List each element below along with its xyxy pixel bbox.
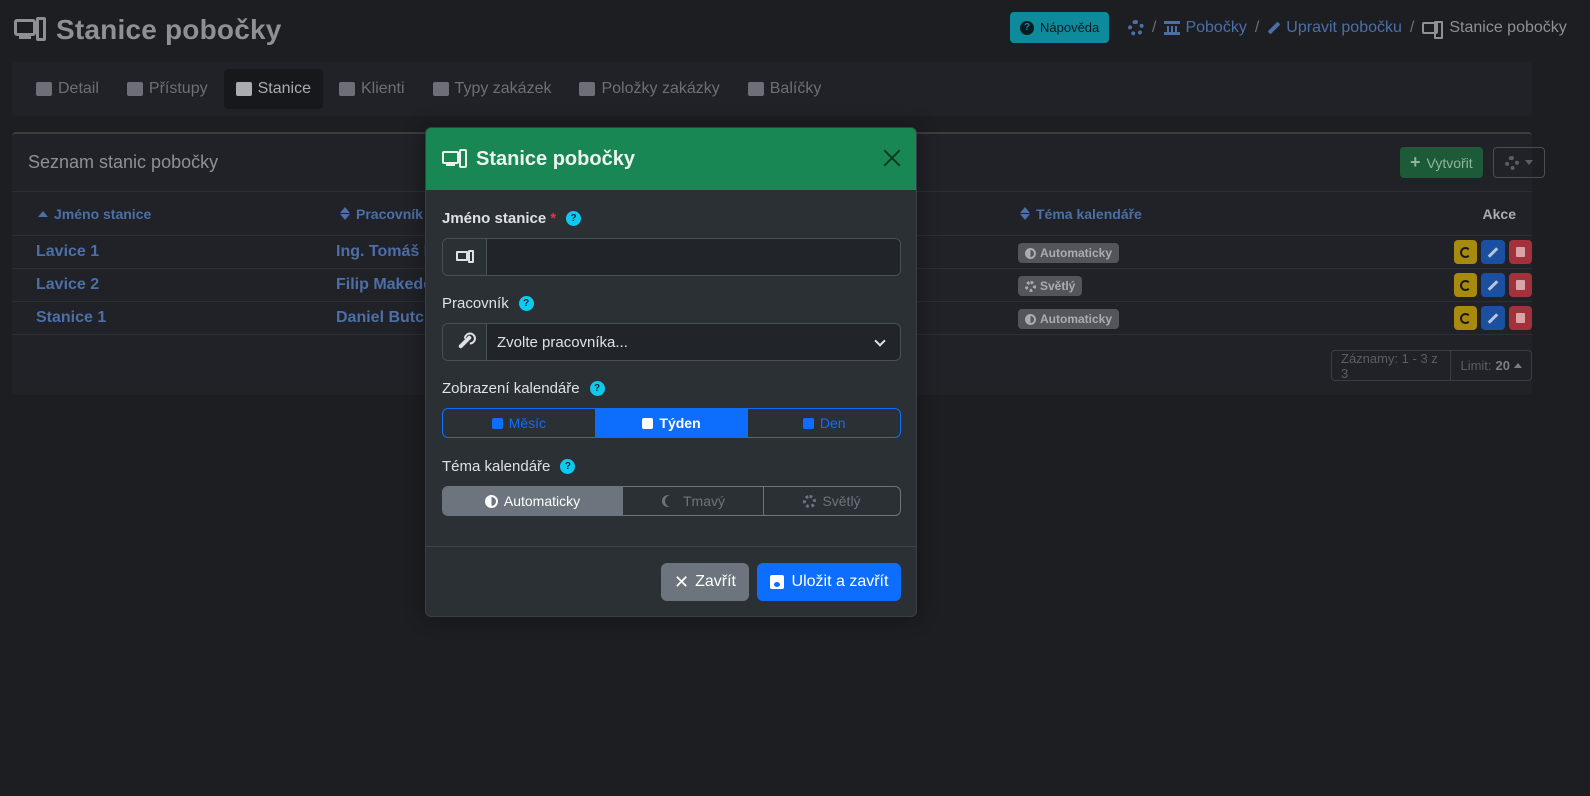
help-tooltip-icon[interactable]: ?	[518, 296, 534, 311]
close-button[interactable]: ✕ Zavřít	[661, 563, 749, 601]
save-button-label: Uložit a zavřít	[791, 573, 889, 590]
modal-title: Stanice pobočky	[476, 147, 635, 170]
help-tooltip-icon[interactable]: ?	[560, 459, 576, 474]
floppy-disk-icon	[769, 575, 784, 589]
view-week-button[interactable]: Týden	[595, 409, 749, 437]
required-marker: *	[550, 210, 557, 227]
theme-option-label: Automaticky	[503, 493, 581, 509]
worker-label-text: Pracovník	[442, 295, 509, 312]
wrench-icon	[457, 334, 472, 350]
calendar-theme-toggle: Automaticky Tmavý Světlý	[442, 486, 901, 516]
name-input-group	[442, 238, 901, 276]
computer-icon	[455, 250, 474, 264]
half-circle-icon	[484, 494, 498, 508]
calendar-icon	[491, 417, 503, 429]
calendar-week-icon	[642, 417, 654, 429]
modal-footer: ✕ Zavřít Uložit a zavřít	[426, 547, 916, 616]
view-option-label: Měsíc	[508, 415, 546, 431]
worker-select-value: Zvolte pracovníka...	[497, 333, 628, 351]
theme-option-label: Světlý	[822, 493, 861, 509]
input-prefix	[443, 239, 487, 275]
sun-icon	[803, 494, 817, 508]
view-label-text: Zobrazení kalendáře	[442, 380, 580, 397]
close-icon: ✕	[674, 571, 690, 592]
input-prefix	[443, 324, 487, 360]
view-option-label: Den	[819, 415, 846, 431]
theme-dark-button[interactable]: Tmavý	[623, 487, 764, 515]
view-label: Zobrazení kalendáře ?	[442, 380, 605, 397]
theme-auto-button[interactable]: Automaticky	[443, 487, 623, 515]
modal-header: Stanice pobočky	[426, 128, 916, 190]
worker-input-group: Zvolte pracovníka...	[442, 323, 901, 361]
station-modal: Stanice pobočky Jméno stanice * ? Pracov…	[425, 127, 917, 617]
name-label-text: Jméno stanice	[442, 210, 547, 227]
view-day-button[interactable]: Den	[748, 409, 900, 437]
chevron-down-icon	[874, 335, 886, 347]
moon-icon	[665, 495, 677, 507]
worker-label: Pracovník ?	[442, 295, 534, 312]
calendar-view-toggle: Měsíc Týden Den	[442, 408, 901, 438]
theme-label: Téma kalendáře ?	[442, 458, 576, 475]
calendar-day-icon	[802, 417, 814, 429]
worker-select[interactable]: Zvolte pracovníka...	[487, 324, 900, 360]
view-option-label: Týden	[659, 415, 701, 431]
save-and-close-button[interactable]: Uložit a zavřít	[757, 563, 901, 601]
theme-label-text: Téma kalendáře	[442, 458, 551, 475]
close-icon[interactable]	[883, 149, 901, 167]
modal-body: Jméno stanice * ? Pracovník ? Zvolte pra…	[426, 190, 916, 547]
theme-option-label: Tmavý	[683, 493, 725, 509]
view-month-button[interactable]: Měsíc	[443, 409, 596, 437]
station-name-input[interactable]	[487, 239, 900, 275]
help-tooltip-icon[interactable]: ?	[566, 211, 582, 226]
help-tooltip-icon[interactable]: ?	[589, 381, 605, 396]
name-label: Jméno stanice * ?	[442, 210, 582, 227]
computer-icon	[442, 149, 468, 169]
close-button-label: Zavřít	[695, 573, 736, 590]
theme-light-button[interactable]: Světlý	[764, 487, 900, 515]
